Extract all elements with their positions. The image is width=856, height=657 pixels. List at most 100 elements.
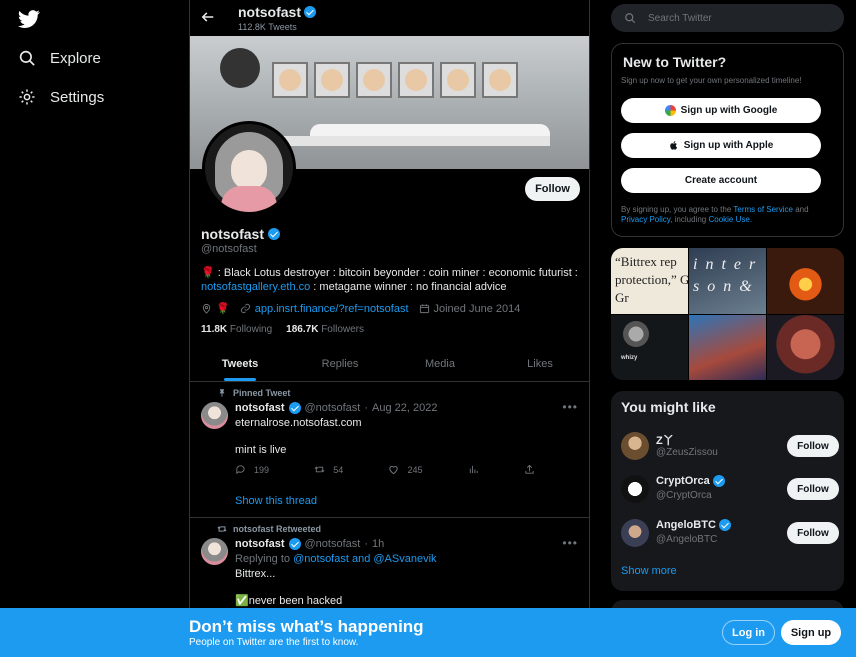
account-name-text: CryptOrca	[656, 475, 710, 487]
tab-replies[interactable]: Replies	[290, 346, 390, 381]
retweet-count: 54	[333, 464, 344, 475]
account-name-text: Z丫	[656, 435, 674, 447]
follow-button[interactable]: Follow	[787, 435, 839, 457]
follow-button[interactable]: Follow	[525, 177, 580, 201]
bio-text: 🌹 : Black Lotus destroyer : bitcoin beyo…	[201, 267, 578, 279]
like-button[interactable]: 245	[388, 464, 423, 475]
signup-google-label: Sign up with Google	[680, 105, 778, 116]
cookie-link[interactable]: Cookie Use.	[708, 215, 752, 224]
tab-likes[interactable]: Likes	[490, 346, 589, 381]
replying-to: Replying to @notsofast and @ASvanevik	[235, 552, 437, 566]
reply-button[interactable]: 199	[235, 464, 269, 475]
create-account-button[interactable]: Create account	[621, 168, 821, 193]
following-link[interactable]: 11.8K Following	[201, 324, 272, 335]
profile-column: notsofast 112.8K Tweets Follow notsofast…	[189, 0, 590, 657]
signup-button[interactable]: Sign up	[781, 620, 841, 645]
legal-including: , including	[670, 215, 707, 224]
joined-date: Joined June 2014	[433, 302, 521, 315]
media-thumbnail[interactable]	[767, 248, 844, 314]
banner-subtitle: People on Twitter are the first to know.	[189, 637, 359, 648]
signup-apple-button[interactable]: Sign up with Apple	[621, 133, 821, 158]
tweet-dot: ·	[364, 538, 368, 550]
analytics-button[interactable]	[468, 464, 479, 475]
nav-settings[interactable]: Settings	[18, 88, 104, 106]
followers-link[interactable]: 186.7K Followers	[286, 324, 364, 335]
tab-tweets[interactable]: Tweets	[190, 346, 290, 381]
tweet-author-name[interactable]: notsofast	[235, 402, 285, 414]
account-handle: @CryptOrca	[656, 490, 712, 501]
replying-to-link[interactable]: @notsofast and @ASvanevik	[293, 553, 436, 565]
suggested-account[interactable]: Z丫 @ZeusZissou Follow	[621, 429, 839, 463]
tweet-time[interactable]: Aug 22, 2022	[372, 402, 437, 414]
avatar	[621, 475, 649, 503]
tweet-dot: ·	[364, 402, 368, 414]
terms-link[interactable]: Terms of Service	[733, 205, 793, 214]
tweet-pinned[interactable]: Pinned Tweet notsofast @notsofast · Aug …	[190, 383, 589, 518]
pin-icon	[219, 389, 225, 397]
media-thumbnail[interactable]	[689, 314, 766, 380]
twitter-logo-icon[interactable]	[18, 8, 40, 30]
bio-text-suffix: : metagame winner : no financial advice	[310, 281, 507, 293]
tweet-context: notsofast Retweeted	[217, 524, 321, 534]
login-button[interactable]: Log in	[722, 620, 775, 645]
media-grid: “Bittrex rep protection,” Gurbir S. Gr i…	[611, 248, 844, 380]
tweet-avatar[interactable]	[201, 402, 228, 429]
search-icon	[625, 13, 636, 24]
tweet-context-text: notsofast Retweeted	[233, 524, 322, 534]
privacy-link[interactable]: Privacy Policy	[621, 215, 670, 224]
website-link[interactable]: app.insrt.finance/?ref=notsofast	[255, 303, 409, 315]
profile-avatar[interactable]	[202, 121, 296, 215]
signup-google-button[interactable]: Sign up with Google	[621, 98, 821, 123]
more-options-icon[interactable]: •••	[562, 400, 578, 414]
panel-title: New to Twitter?	[623, 54, 727, 70]
google-icon	[664, 105, 676, 116]
tab-media[interactable]: Media	[390, 346, 490, 381]
tweet-avatar[interactable]	[201, 538, 228, 565]
back-arrow-icon[interactable]	[201, 10, 215, 24]
share-button[interactable]	[524, 464, 535, 475]
more-options-icon[interactable]: •••	[562, 536, 578, 550]
suggested-account[interactable]: CryptOrca @CryptOrca Follow	[621, 472, 839, 506]
search-bar[interactable]	[611, 4, 844, 32]
tweet-context: Pinned Tweet	[217, 388, 290, 398]
signup-apple-label: Sign up with Apple	[683, 140, 774, 151]
left-nav: Explore Settings	[0, 0, 189, 657]
account-handle: @AngeloBTC	[656, 534, 718, 545]
media-thumbnail[interactable]	[767, 314, 844, 380]
reply-count: 199	[254, 464, 270, 475]
show-thread-link[interactable]: Show this thread	[235, 495, 317, 507]
account-name-text: AngeloBTC	[656, 519, 716, 531]
link-icon	[240, 303, 250, 314]
show-more-link[interactable]: Show more	[621, 565, 677, 577]
apple-icon	[669, 141, 677, 150]
heart-icon	[389, 465, 399, 475]
media-thumbnail[interactable]: i n t e r s o n &	[689, 248, 766, 314]
avatar	[621, 432, 649, 460]
legal-and: and	[795, 205, 809, 214]
tweet-time[interactable]: 1h	[372, 538, 384, 550]
analytics-icon	[469, 465, 478, 474]
retweet-icon	[217, 526, 227, 532]
profile-header-bar: notsofast 112.8K Tweets	[190, 0, 589, 36]
panel-subtitle: Sign up now to get your own personalized…	[621, 76, 802, 85]
banner-monitor	[440, 62, 476, 98]
right-sidebar: New to Twitter? Sign up now to get your …	[610, 0, 856, 657]
tweet-link[interactable]: eternalrose.notsofast.com	[235, 416, 362, 430]
legal-text: By signing up, you agree to the Terms of…	[621, 205, 836, 225]
search-input[interactable]	[648, 12, 818, 24]
account-name: Z丫	[656, 432, 674, 448]
retweet-button[interactable]: 54	[314, 464, 343, 475]
media-thumbnail[interactable]: “Bittrex rep protection,” Gurbir S. Gr	[611, 248, 688, 314]
suggested-account[interactable]: AngeloBTC @AngeloBTC Follow	[621, 516, 839, 550]
tweet-author-handle: @notsofast	[304, 538, 361, 550]
follow-button[interactable]: Follow	[787, 478, 839, 500]
banner-person	[220, 48, 260, 88]
follow-button[interactable]: Follow	[787, 522, 839, 544]
tweet-author-name[interactable]: notsofast	[235, 538, 285, 550]
media-thumbnail[interactable]: whizy	[611, 314, 688, 380]
panel-title: You might like	[621, 399, 716, 415]
nav-explore[interactable]: Explore	[18, 49, 101, 67]
banner-monitor	[482, 62, 518, 98]
header-tweet-count: 112.8K Tweets	[238, 22, 297, 32]
bio-link[interactable]: notsofastgallery.eth.co	[201, 281, 310, 293]
